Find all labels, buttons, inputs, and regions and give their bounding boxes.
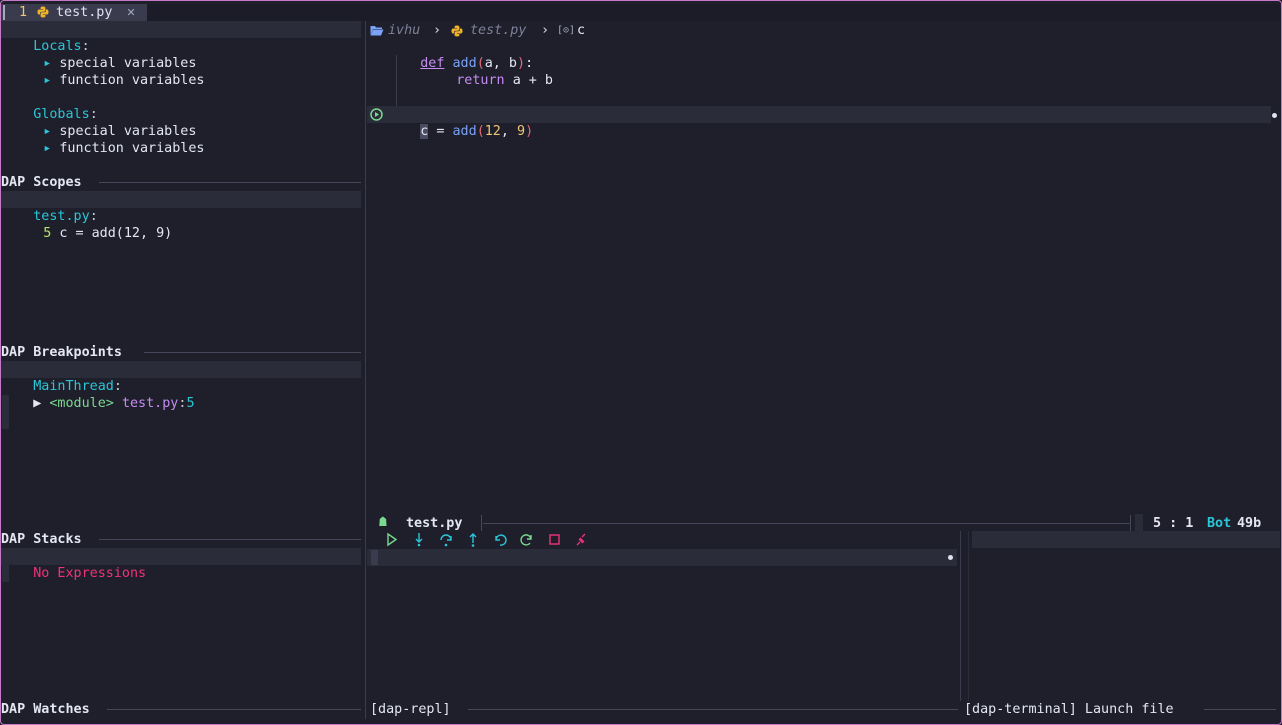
expand-arrow-icon: ▸ <box>43 73 52 88</box>
close-paren: ) <box>525 124 534 139</box>
debug-stopped-icon <box>370 108 383 121</box>
dap-sidebar: Locals: ▸ special variables ▸ function v… <box>1 21 363 721</box>
assign-operator: = <box>436 124 445 139</box>
arg-one: 12 <box>484 124 501 139</box>
step-into-icon[interactable] <box>412 531 426 548</box>
scopes-line-number: 5 <box>43 226 52 241</box>
stacks-title: DAP Stacks <box>1 532 82 547</box>
scopes-file-row[interactable]: test.py: <box>1 191 361 224</box>
statusline: ☗ test.py 5 : 1 Bot 49b <box>367 514 1280 532</box>
python-file-icon <box>37 6 49 18</box>
repl-title-bar: [dap-repl] <box>370 701 958 718</box>
breadcrumb-separator: › <box>541 23 550 38</box>
play-icon[interactable] <box>385 531 399 548</box>
repl-title: [dap-repl] <box>370 702 451 717</box>
watches-title-bar: DAP Watches <box>1 701 361 718</box>
cursor-char: c <box>420 124 429 139</box>
stacks-empty-text: No Expressions <box>33 566 147 581</box>
variable-symbol-icon: [⊙] <box>557 25 576 36</box>
terminal-gutter <box>968 531 969 701</box>
breakpoints-title-bar: DAP Breakpoints <box>1 344 361 361</box>
scopes-line-entry[interactable]: 5 c = add(12, 9) <box>11 208 172 259</box>
disconnect-icon[interactable] <box>574 531 588 548</box>
breakpoints-thread-row[interactable]: MainThread: <box>1 361 361 394</box>
cursor-position: 5 : 1 <box>1153 516 1194 531</box>
variable-group-label: function variables <box>59 141 205 156</box>
tab-indicator <box>3 5 5 20</box>
frame-module: <module> <box>49 396 114 411</box>
tab-filename: test.py <box>56 5 113 20</box>
repl-cursor <box>371 550 378 565</box>
arg-two: 9 <box>517 124 526 139</box>
terminal-title: [dap-terminal] Launch file <box>964 702 1174 717</box>
return-expression: a + b <box>512 73 553 88</box>
locals-header[interactable]: Locals: <box>1 21 361 54</box>
breadcrumb-folder[interactable]: ivhu <box>388 22 420 39</box>
step-out-icon[interactable] <box>466 531 480 548</box>
call-function: add <box>452 124 477 139</box>
tab-test-py[interactable]: 1 test.py ✕ <box>1 4 147 21</box>
code-line-assign[interactable]: c = add(12, 9) <box>388 106 533 157</box>
status-divider <box>1130 515 1131 531</box>
breakpoints-rule <box>144 352 361 353</box>
watches-title: DAP Watches <box>1 702 90 717</box>
stacks-title-bar: DAP Stacks <box>1 531 361 548</box>
open-paren: ( <box>476 124 485 139</box>
expand-arrow-icon: ▸ <box>43 141 52 156</box>
code-editor[interactable]: ivhu › test.py › [⊙] c def add(a, b): re… <box>367 21 1280 511</box>
ghost-mode-icon: ☗ <box>379 515 387 530</box>
stacks-rule <box>99 539 361 540</box>
code-line-return[interactable]: return a + b <box>424 55 553 106</box>
scopes-title-bar: DAP Scopes <box>1 174 361 191</box>
frame-arrow-icon: ▶ <box>33 396 42 411</box>
scroll-position: Bot <box>1207 516 1232 531</box>
scrollbar-marker <box>1272 113 1277 118</box>
stop-icon[interactable] <box>547 531 561 548</box>
dap-controls-toolbar <box>367 531 957 548</box>
breakpoints-title: DAP Breakpoints <box>1 345 122 360</box>
folder-open-icon <box>370 26 384 36</box>
stacks-empty-row: No Expressions <box>1 548 361 581</box>
scopes-rule <box>99 182 361 183</box>
fold-column <box>2 565 9 582</box>
return-keyword: return <box>456 73 505 88</box>
breadcrumb-symbol[interactable]: c <box>577 22 585 39</box>
sidebar-separator[interactable] <box>365 21 366 719</box>
scopes-line-code: c = add(12, 9) <box>59 226 173 241</box>
status-rule <box>483 523 1130 524</box>
status-block <box>1135 514 1143 532</box>
tabline: 1 test.py ✕ <box>1 4 1280 21</box>
arg-comma: , <box>500 124 517 139</box>
scopes-title: DAP Scopes <box>1 175 82 190</box>
step-over-icon[interactable] <box>439 531 453 548</box>
file-size: 49b <box>1237 516 1262 531</box>
repl-rule <box>468 709 958 710</box>
restart-icon[interactable] <box>520 531 534 548</box>
status-filename: test.py <box>406 516 463 531</box>
tab-close-icon[interactable]: ✕ <box>127 4 135 21</box>
python-file-icon <box>451 25 463 37</box>
terminal-highlight-row <box>972 531 1280 548</box>
stack-frame-row[interactable]: ▶ <module> test.py:5 <box>1 378 195 429</box>
terminal-rule <box>1204 709 1276 710</box>
fold-column <box>2 395 9 429</box>
frame-line: 5 <box>186 396 195 411</box>
breadcrumb-separator: › <box>433 23 442 38</box>
tab-number: 1 <box>19 5 28 20</box>
breadcrumb-file[interactable]: test.py <box>470 22 526 39</box>
indent-guide <box>396 55 397 106</box>
terminal-title-bar: [dap-terminal] Launch file <box>964 701 1280 718</box>
frame-file: test.py <box>121 396 179 411</box>
repl-scrollbar-marker <box>948 555 953 560</box>
globals-function-variables[interactable]: ▸ function variables <box>11 123 205 174</box>
repl-terminal-separator[interactable] <box>960 531 961 701</box>
step-back-icon[interactable] <box>493 531 507 548</box>
variable-group-label: function variables <box>59 73 205 88</box>
status-divider <box>481 515 482 531</box>
repl-input-line[interactable] <box>367 549 957 566</box>
watches-rule <box>107 709 361 710</box>
